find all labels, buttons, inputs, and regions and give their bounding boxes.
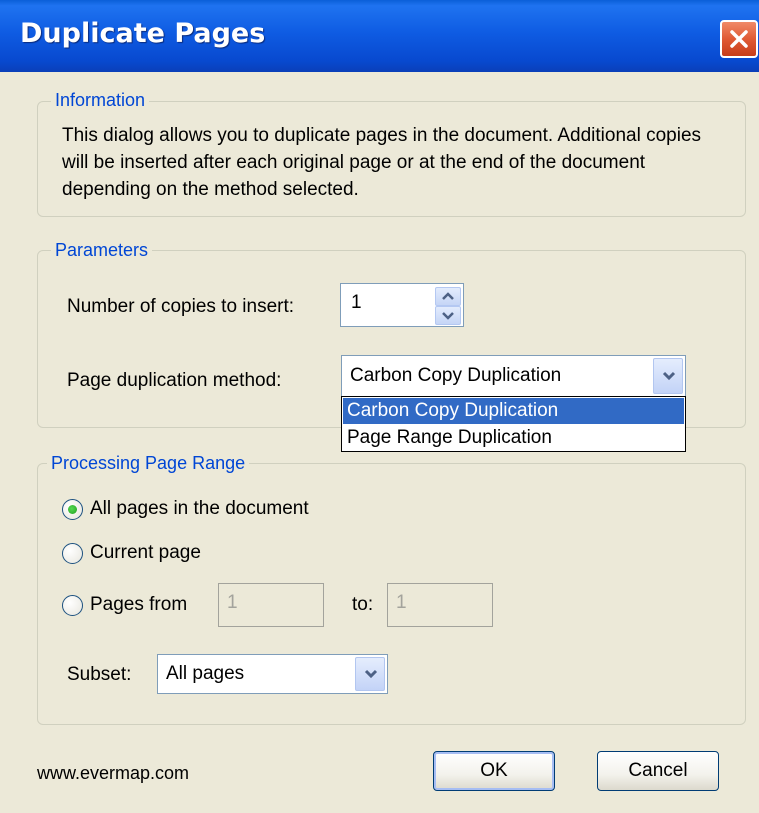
chevron-down-icon bbox=[662, 371, 676, 381]
radio-selected-icon bbox=[68, 505, 77, 514]
information-text: This dialog allows you to duplicate page… bbox=[62, 125, 702, 200]
title-bar[interactable]: Duplicate Pages bbox=[0, 0, 759, 72]
spin-down-icon bbox=[442, 312, 454, 320]
all-pages-label[interactable]: All pages in the document bbox=[90, 498, 309, 520]
subset-select[interactable]: All pages bbox=[157, 654, 388, 694]
pages-from-label[interactable]: Pages from bbox=[90, 594, 187, 616]
cancel-button[interactable]: Cancel bbox=[597, 751, 719, 791]
dialog-title: Duplicate Pages bbox=[20, 18, 266, 49]
subset-dropdown-button[interactable] bbox=[355, 657, 385, 691]
range-group-label: Processing Page Range bbox=[47, 453, 250, 474]
ok-button[interactable]: OK bbox=[433, 751, 555, 791]
method-option-page-range[interactable]: Page Range Duplication bbox=[343, 425, 684, 451]
chevron-down-icon bbox=[364, 669, 378, 679]
from-page-value: 1 bbox=[227, 592, 238, 613]
method-dropdown-button[interactable] bbox=[653, 358, 683, 394]
method-select[interactable]: Carbon Copy Duplication bbox=[341, 355, 686, 397]
method-option-carbon-copy[interactable]: Carbon Copy Duplication bbox=[343, 398, 684, 424]
spin-down-button[interactable] bbox=[435, 306, 461, 325]
to-page-field: 1 bbox=[387, 583, 493, 627]
current-page-label[interactable]: Current page bbox=[90, 542, 201, 564]
copies-stepper[interactable]: 1 bbox=[340, 283, 464, 327]
information-group-label: Information bbox=[51, 90, 150, 111]
website-link[interactable]: www.evermap.com bbox=[37, 763, 189, 784]
from-page-field: 1 bbox=[218, 583, 324, 627]
copies-value: 1 bbox=[351, 292, 362, 313]
radio-pages-from[interactable] bbox=[62, 595, 83, 616]
close-button[interactable] bbox=[720, 20, 758, 58]
method-value: Carbon Copy Duplication bbox=[350, 365, 562, 386]
spin-up-button[interactable] bbox=[435, 287, 461, 306]
method-dropdown-list[interactable]: Carbon Copy Duplication Page Range Dupli… bbox=[341, 396, 686, 452]
radio-all-pages[interactable] bbox=[62, 499, 83, 520]
dialog-window: Duplicate Pages Information This dialog … bbox=[0, 0, 759, 813]
subset-label: Subset: bbox=[67, 664, 132, 685]
to-page-value: 1 bbox=[396, 592, 407, 613]
close-icon bbox=[730, 30, 748, 48]
copies-label: Number of copies to insert: bbox=[67, 296, 295, 317]
parameters-group-label: Parameters bbox=[51, 240, 153, 261]
subset-value: All pages bbox=[166, 663, 245, 684]
method-label: Page duplication method: bbox=[67, 370, 282, 391]
to-label: to: bbox=[352, 594, 374, 615]
radio-current-page[interactable] bbox=[62, 543, 83, 564]
spin-up-icon bbox=[442, 292, 454, 300]
